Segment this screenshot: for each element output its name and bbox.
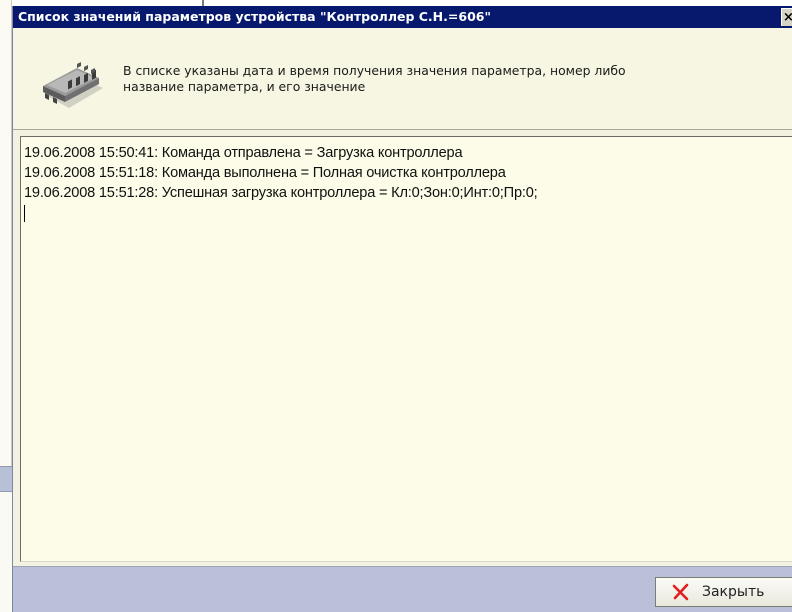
log-line: 19.06.2008 15:50:41: Команда отправлена …: [24, 145, 463, 161]
dialog-titlebar[interactable]: Список значений параметров устройства "К…: [13, 6, 792, 28]
info-text-line: название параметра, и его значение: [123, 79, 366, 94]
log-textarea[interactable]: 19.06.2008 15:50:41: Команда отправлена …: [20, 136, 792, 562]
info-panel: В списке указаны дата и время получения …: [13, 28, 792, 130]
log-line: 19.06.2008 15:51:18: Команда выполнена =…: [24, 165, 506, 181]
close-window-icon[interactable]: ×: [781, 8, 792, 26]
dialog-footer: Закрыть: [13, 566, 792, 612]
background-toolbar: [0, 466, 12, 492]
close-button-label: Закрыть: [702, 584, 765, 600]
info-text-line: В списке указаны дата и время получения …: [123, 63, 626, 78]
controller-chip-icon: [43, 62, 103, 108]
background-panel: [0, 0, 12, 466]
log-line: 19.06.2008 15:51:28: Успешная загрузка к…: [24, 185, 538, 201]
close-button[interactable]: Закрыть: [655, 577, 792, 607]
red-x-icon: [672, 583, 689, 601]
dialog-title: Список значений параметров устройства "К…: [18, 9, 491, 24]
parameter-values-dialog: Список значений параметров устройства "К…: [12, 6, 792, 612]
info-description: В списке указаны дата и время получения …: [123, 63, 763, 95]
text-caret: [24, 205, 25, 222]
